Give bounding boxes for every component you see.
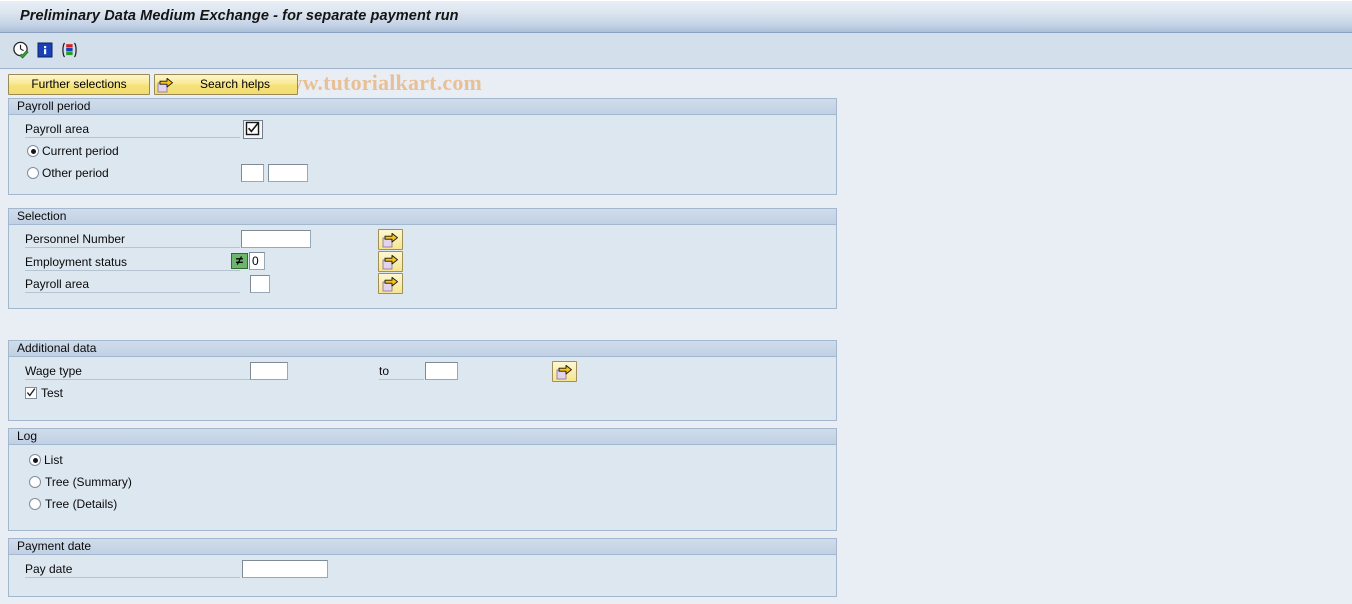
search-helps-button[interactable]: Search helps (154, 74, 298, 95)
multiple-selection-arrow-icon (382, 253, 399, 270)
other-period-field-1[interactable] (241, 164, 264, 182)
window-title-bar: Preliminary Data Medium Exchange - for s… (0, 0, 1352, 33)
pay-date-input[interactable] (242, 560, 328, 578)
label-current-period: Current period (42, 144, 119, 158)
group-payment-date: Pay date (8, 555, 837, 597)
wage-type-multiple-selection-button[interactable] (552, 361, 577, 382)
execute-clock-icon[interactable] (12, 41, 30, 59)
payroll-area-checkbox-button[interactable] (243, 120, 263, 139)
group-header-payroll-period: Payroll period (8, 98, 837, 115)
group-header-additional-data: Additional data (8, 340, 837, 357)
label-log-tree-details: Tree (Details) (45, 497, 118, 511)
multiple-selection-arrow-icon (382, 231, 399, 248)
variant-icon[interactable] (60, 41, 78, 59)
radio-current-period[interactable] (27, 145, 39, 157)
selection-buttons-row: Further selections Search helps (0, 74, 1352, 98)
pay-date-label: Pay date (25, 562, 240, 578)
test-checkbox[interactable] (25, 387, 37, 399)
checkmark-icon (26, 388, 36, 397)
label-log-tree-summary: Tree (Summary) (45, 475, 132, 489)
selection-payroll-area-label: Payroll area (25, 277, 240, 293)
test-label: Test (41, 386, 64, 400)
payroll-area-label: Payroll area (25, 122, 240, 138)
employment-status-multiple-selection-button[interactable] (378, 251, 403, 272)
other-period-field-2[interactable] (268, 164, 308, 182)
wage-type-to-label: to (379, 364, 424, 380)
group-log: List Tree (Summary) Tree (Details) (8, 445, 837, 531)
checked-checkbox-icon (245, 121, 260, 136)
search-helps-label: Search helps (199, 77, 271, 91)
information-icon[interactable] (36, 41, 54, 59)
label-log-list: List (44, 453, 63, 467)
group-selection: Personnel Number Employment status ≠ Pay… (8, 225, 837, 309)
radio-log-tree-summary[interactable] (29, 476, 41, 488)
employment-status-input[interactable] (249, 252, 265, 270)
label-other-period: Other period (42, 166, 109, 180)
radio-log-tree-details[interactable] (29, 498, 41, 510)
group-additional-data: Wage type to Test (8, 357, 837, 421)
multiple-selection-arrow-icon (382, 275, 399, 292)
group-header-payment-date: Payment date (8, 538, 837, 555)
selection-payroll-area-multiple-selection-button[interactable] (378, 273, 403, 294)
radio-other-period[interactable] (27, 167, 39, 179)
selection-payroll-area-input[interactable] (250, 275, 270, 293)
personnel-number-input[interactable] (241, 230, 311, 248)
group-header-selection: Selection (8, 208, 837, 225)
employment-status-label: Employment status (25, 255, 240, 271)
group-payroll-period: Payroll area Current period Other period (8, 115, 837, 195)
personnel-number-label: Personnel Number (25, 232, 240, 248)
application-toolbar: © www.tutorialkart.com (0, 33, 1352, 95)
page-title: Preliminary Data Medium Exchange - for s… (20, 8, 459, 24)
employment-status-operator-button[interactable]: ≠ (231, 253, 248, 269)
wage-type-to-input[interactable] (425, 362, 458, 380)
radio-log-list[interactable] (29, 454, 41, 466)
wage-type-from-input[interactable] (250, 362, 288, 380)
wage-type-label: Wage type (25, 364, 250, 380)
personnel-number-multiple-selection-button[interactable] (378, 229, 403, 250)
multiple-selection-arrow-icon (556, 363, 573, 380)
multiple-selection-arrow-icon (157, 76, 174, 93)
group-header-log: Log (8, 428, 837, 445)
further-selections-button[interactable]: Further selections (8, 74, 150, 95)
